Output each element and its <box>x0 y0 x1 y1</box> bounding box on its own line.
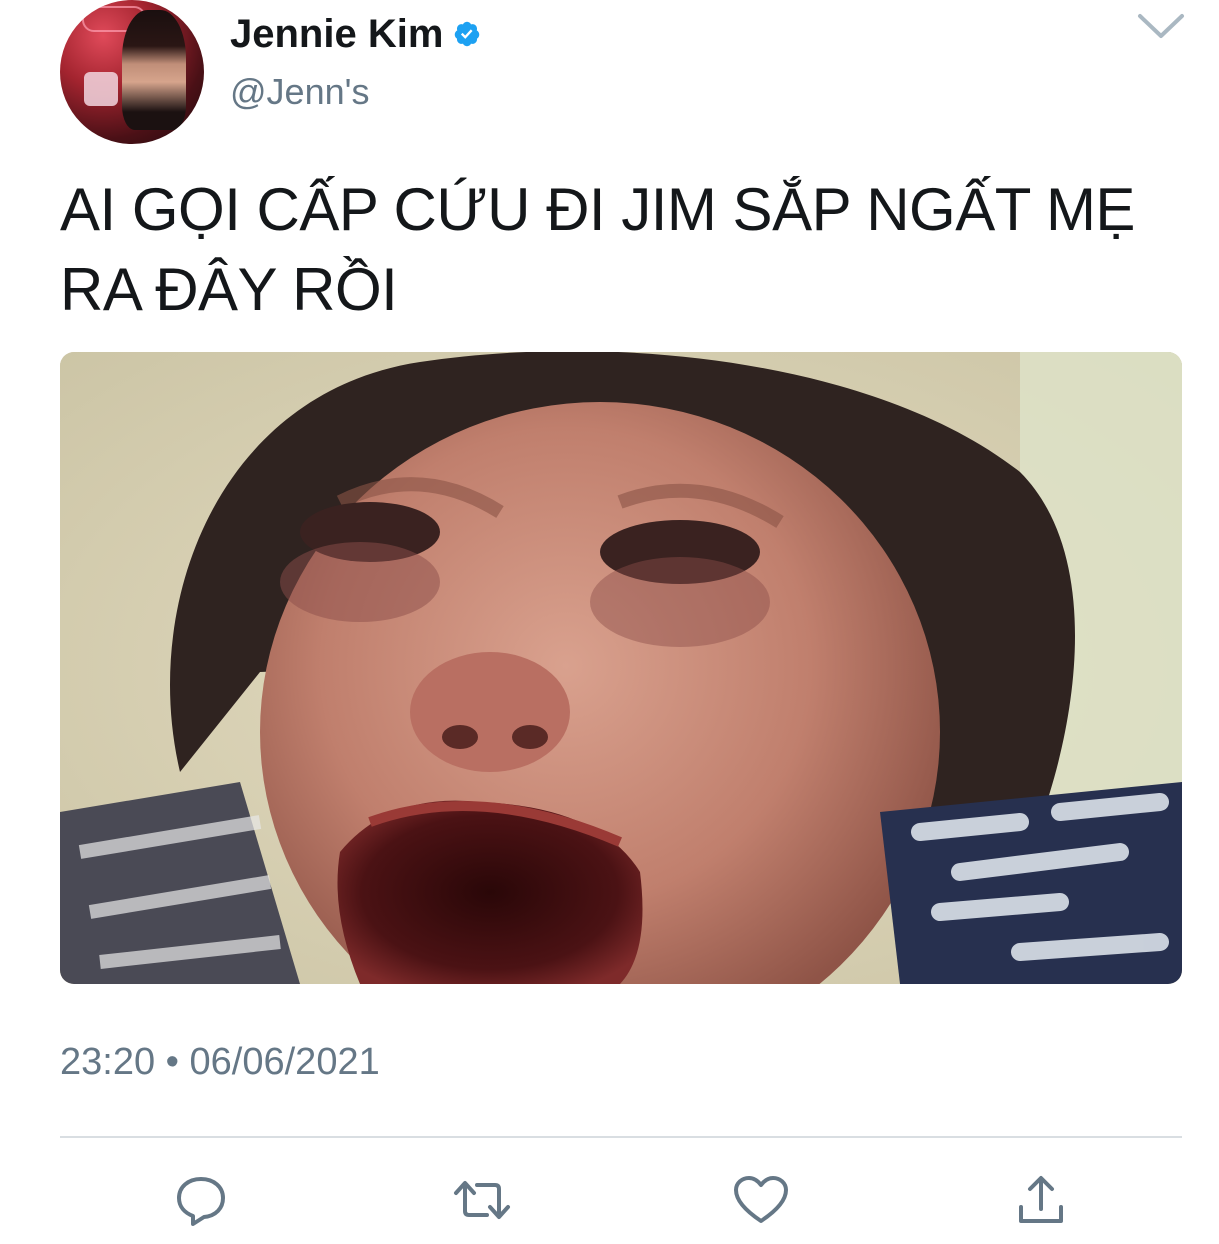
retweet-icon <box>453 1173 511 1232</box>
tweet-time: 23:20 <box>60 1041 156 1083</box>
avatar[interactable] <box>60 0 204 144</box>
reply-button[interactable] <box>171 1172 231 1232</box>
tweet-timestamp[interactable]: 23:20 • 06/06/2021 <box>60 1040 380 1084</box>
like-heart-icon <box>733 1175 789 1230</box>
author-name-row: Jennie Kim <box>230 10 481 58</box>
like-button[interactable] <box>731 1172 791 1232</box>
tweet-media-photo[interactable] <box>60 352 1182 984</box>
reply-icon <box>174 1173 228 1232</box>
author-handle[interactable]: @Jenn's <box>230 72 369 112</box>
share-icon <box>1016 1173 1066 1232</box>
timestamp-separator: • <box>165 1041 179 1083</box>
share-button[interactable] <box>1011 1172 1071 1232</box>
avatar-person <box>122 10 186 130</box>
tweet-date: 06/06/2021 <box>189 1041 380 1083</box>
verified-badge-icon <box>453 20 481 48</box>
retweet-button[interactable] <box>452 1172 512 1232</box>
tweet-text: AI GỌI CẤP CỨU ĐI JIM SẮP NGẤT MẸ RA ĐÂY… <box>60 176 1135 323</box>
chevron-down-icon[interactable] <box>1136 8 1186 44</box>
author-display-name[interactable]: Jennie Kim <box>230 10 443 58</box>
divider <box>60 1136 1182 1138</box>
tweet-detail: Jennie Kim @Jenn's AI GỌI CẤP CỨU ĐI JIM… <box>0 0 1219 1244</box>
avatar-cake-box <box>84 72 118 106</box>
